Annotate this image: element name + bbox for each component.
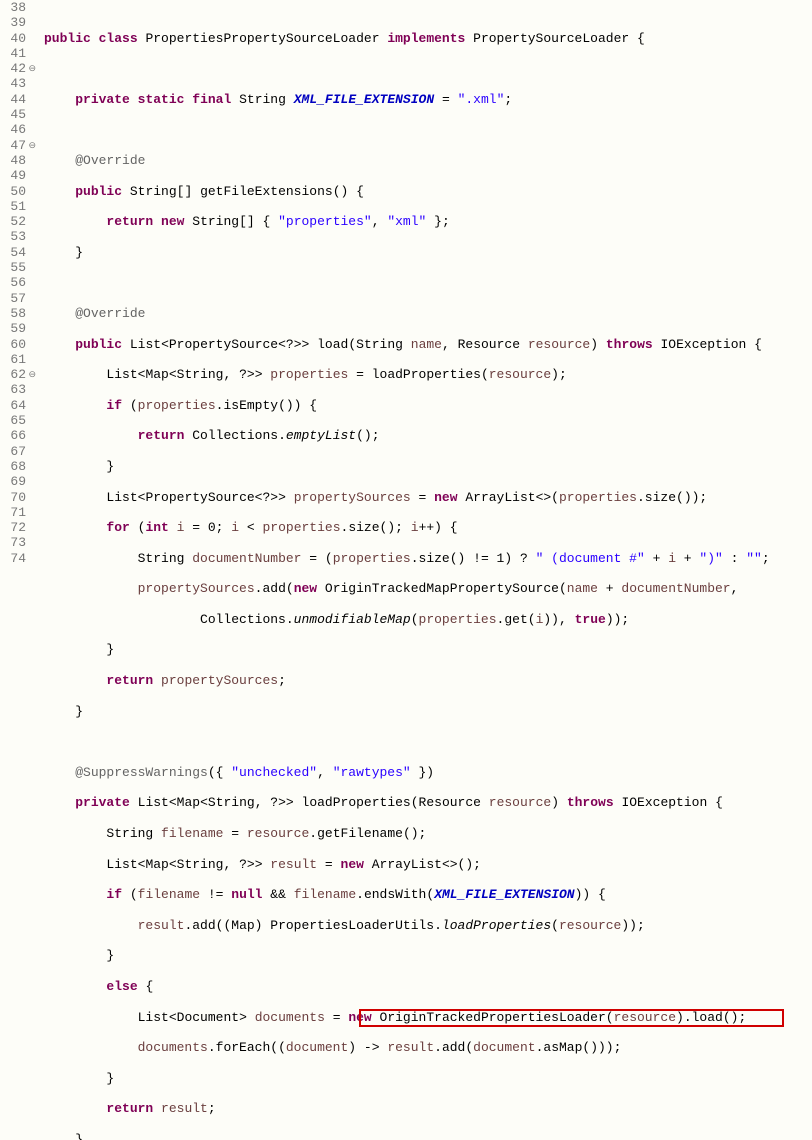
code-line: } <box>44 1071 770 1086</box>
gutter-line: 40 <box>0 31 26 46</box>
code-line: result.add((Map) PropertiesLoaderUtils.l… <box>44 918 770 933</box>
gutter-line: 57 <box>0 291 26 306</box>
code-line: List<Map<String, ?>> result = new ArrayL… <box>44 857 770 872</box>
code-line: String documentNumber = (properties.size… <box>44 551 770 566</box>
code-line: List<Map<String, ?>> properties = loadPr… <box>44 367 770 382</box>
fold-toggle-icon[interactable]: ⊖ <box>28 368 36 383</box>
code-line: private static final String XML_FILE_EXT… <box>44 92 770 107</box>
code-line <box>44 122 770 137</box>
code-line: @Override <box>44 306 770 321</box>
gutter-line: 61 <box>0 352 26 367</box>
gutter-line: 54 <box>0 245 26 260</box>
gutter-line: 50 <box>0 184 26 199</box>
code-line: return new String[] { "properties", "xml… <box>44 214 770 229</box>
gutter-line: 60 <box>0 337 26 352</box>
gutter-line: 56 <box>0 275 26 290</box>
code-line <box>44 61 770 76</box>
gutter-line: 41 <box>0 46 26 61</box>
code-line: } <box>44 459 770 474</box>
gutter-line: 38 <box>0 0 26 15</box>
gutter-line: 58 <box>0 306 26 321</box>
code-line: String filename = resource.getFilename()… <box>44 826 770 841</box>
gutter-line: 44 <box>0 92 26 107</box>
gutter-line: 74 <box>0 551 26 566</box>
gutter-line: 51 <box>0 199 26 214</box>
code-area[interactable]: public class PropertiesPropertySourceLoa… <box>30 0 770 570</box>
code-line: public class PropertiesPropertySourceLoa… <box>44 31 770 46</box>
code-line: @SuppressWarnings({ "unchecked", "rawtyp… <box>44 765 770 780</box>
gutter-line: 47⊖ <box>0 138 26 153</box>
gutter-line: 63 <box>0 382 26 397</box>
gutter-line: 72 <box>0 520 26 535</box>
code-line: } <box>44 704 770 719</box>
code-line <box>44 734 770 749</box>
code-line: if (properties.isEmpty()) { <box>44 398 770 413</box>
gutter-line: 69 <box>0 474 26 489</box>
gutter-line: 65 <box>0 413 26 428</box>
code-line: public List<PropertySource<?>> load(Stri… <box>44 337 770 352</box>
code-line: documents.forEach((document) -> result.a… <box>44 1040 770 1055</box>
code-line: List<Document> documents = new OriginTra… <box>44 1010 770 1025</box>
code-line: return result; <box>44 1101 770 1116</box>
gutter-line: 71 <box>0 505 26 520</box>
line-gutter: 3839404142⊖4344454647⊖484950515253545556… <box>0 0 30 570</box>
code-line: Collections.unmodifiableMap(properties.g… <box>44 612 770 627</box>
code-line: } <box>44 642 770 657</box>
code-line: return propertySources; <box>44 673 770 688</box>
code-editor: 3839404142⊖4344454647⊖484950515253545556… <box>0 0 812 570</box>
gutter-line: 59 <box>0 321 26 336</box>
code-line: if (filename != null && filename.endsWit… <box>44 887 770 902</box>
code-line: else { <box>44 979 770 994</box>
gutter-line: 62⊖ <box>0 367 26 382</box>
gutter-line: 55 <box>0 260 26 275</box>
gutter-line: 49 <box>0 168 26 183</box>
gutter-line: 68 <box>0 459 26 474</box>
gutter-line: 45 <box>0 107 26 122</box>
gutter-line: 66 <box>0 428 26 443</box>
gutter-line: 73 <box>0 535 26 550</box>
code-line: private List<Map<String, ?>> loadPropert… <box>44 795 770 810</box>
gutter-line: 48 <box>0 153 26 168</box>
gutter-line: 46 <box>0 122 26 137</box>
gutter-line: 42⊖ <box>0 61 26 76</box>
code-line: for (int i = 0; i < properties.size(); i… <box>44 520 770 535</box>
code-line: return Collections.emptyList(); <box>44 428 770 443</box>
fold-toggle-icon[interactable]: ⊖ <box>28 62 36 77</box>
code-line: } <box>44 1132 770 1140</box>
code-line: public String[] getFileExtensions() { <box>44 184 770 199</box>
code-line: } <box>44 948 770 963</box>
gutter-line: 70 <box>0 490 26 505</box>
code-line: @Override <box>44 153 770 168</box>
gutter-line: 39 <box>0 15 26 30</box>
code-line: propertySources.add(new OriginTrackedMap… <box>44 581 770 596</box>
code-line: List<PropertySource<?>> propertySources … <box>44 490 770 505</box>
gutter-line: 64 <box>0 398 26 413</box>
gutter-line: 67 <box>0 444 26 459</box>
code-line: } <box>44 245 770 260</box>
gutter-line: 52 <box>0 214 26 229</box>
gutter-line: 43 <box>0 76 26 91</box>
gutter-line: 53 <box>0 229 26 244</box>
code-line <box>44 275 770 290</box>
fold-toggle-icon[interactable]: ⊖ <box>28 139 36 154</box>
